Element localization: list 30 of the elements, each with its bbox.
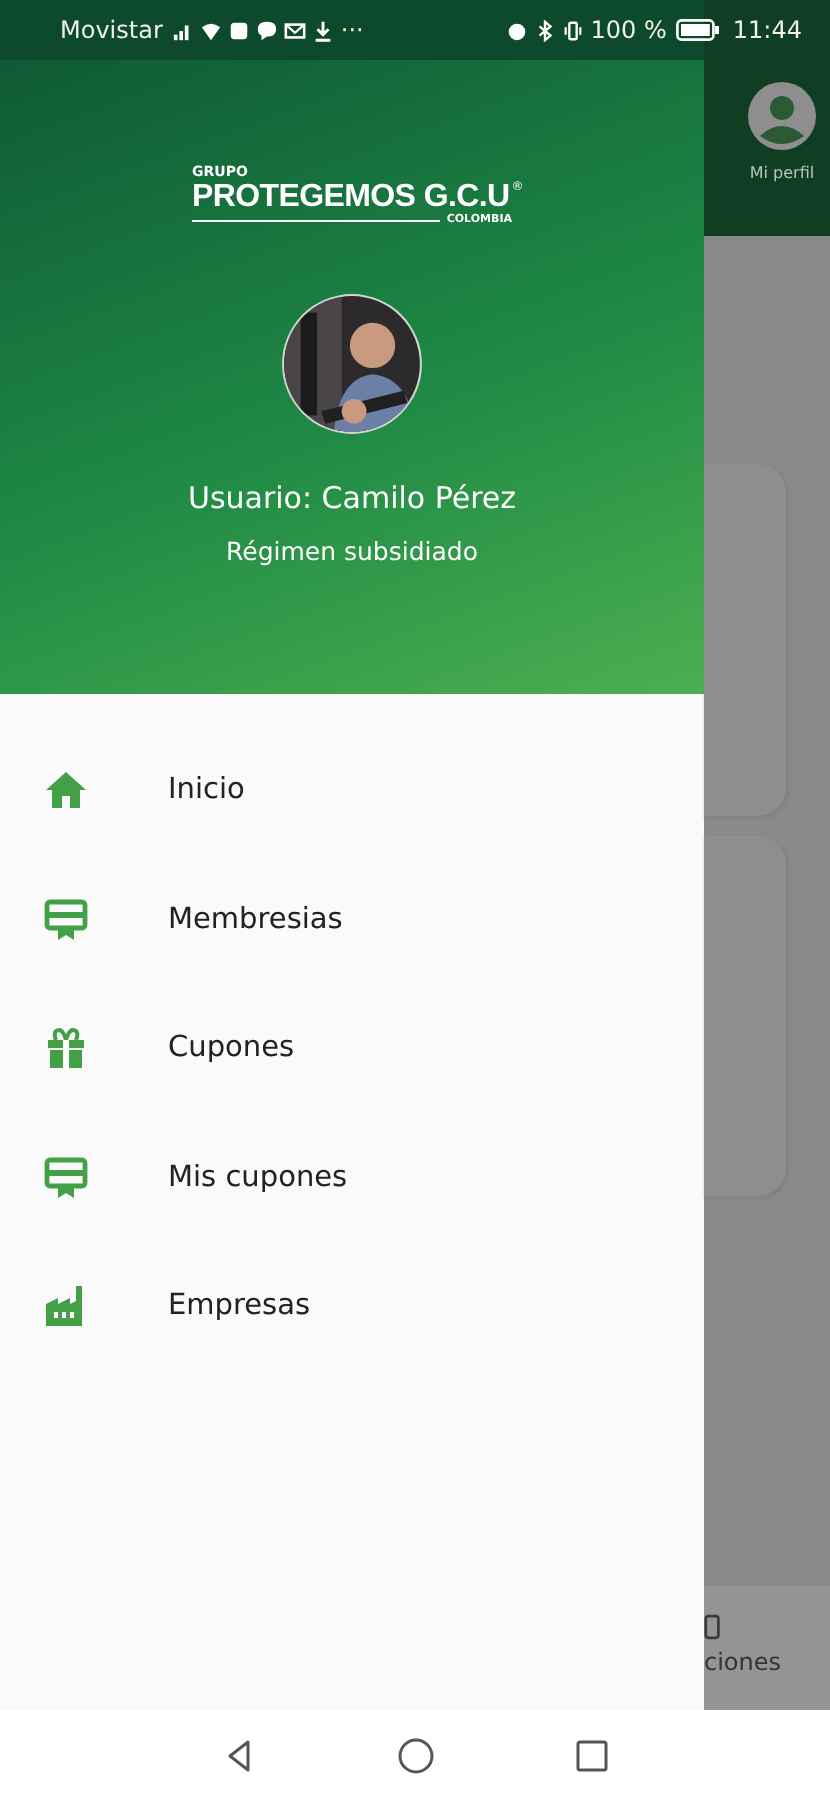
menu-item[interactable]: Empresas [0,1242,704,1371]
gift-icon [42,1024,90,1073]
profile-icon [746,80,818,152]
tab-label[interactable]: ciones [704,1648,782,1676]
bluetooth-icon [534,19,557,41]
more-notifications: ··· [340,16,364,44]
mail-icon [284,19,307,41]
profile-button[interactable]: Mi perfil [746,60,818,236]
battery-icon [676,18,721,42]
card-icon [42,1153,90,1202]
clock: 11:44 [732,16,802,44]
tab-icon [704,1614,722,1640]
notification-icon [228,19,251,41]
vibrate-icon [562,19,585,41]
logo-text: PROTEGEMOS G.C.U [192,180,510,214]
wifi-icon [200,19,223,41]
download-icon [312,19,335,41]
menu-item[interactable]: Membresias [0,855,704,984]
battery-percent: 100 % [590,16,667,44]
menu-item[interactable]: Mis cupones [0,1113,704,1242]
recents-button[interactable] [571,1735,611,1775]
card-icon [42,895,90,944]
menu-item[interactable]: Inicio [0,726,704,855]
alarm-icon [506,19,529,41]
home-button[interactable] [395,1735,435,1775]
user-regime: Régimen subsidiado [226,536,478,566]
carrier-name: Movistar [60,16,163,44]
user-name: Usuario: Camilo Pérez [187,480,517,516]
menu-item[interactable]: Cupones [0,984,704,1113]
chat-icon [256,19,279,41]
